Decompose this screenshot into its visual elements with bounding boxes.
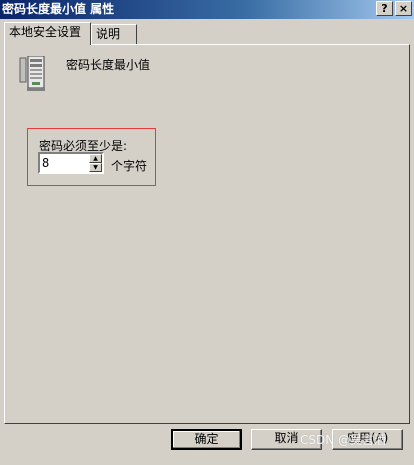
window-title: 密码长度最小值 属性	[2, 2, 115, 16]
password-length-input[interactable]	[40, 154, 88, 172]
password-length-stepper[interactable]: ▲ ▼	[38, 152, 104, 174]
watermark: CSDN @吴言酒	[300, 433, 387, 447]
help-button[interactable]: ?	[376, 1, 393, 16]
stepper-up-button[interactable]: ▲	[89, 154, 102, 163]
unit-label: 个字符	[111, 159, 148, 173]
tab-label: 本地安全设置	[9, 25, 82, 39]
tab-explain[interactable]: 说明	[91, 24, 137, 44]
ok-button[interactable]: 确定	[171, 429, 242, 450]
title-bar[interactable]: 密码长度最小值 属性 ? ×	[0, 0, 414, 19]
tab-local-security-setting[interactable]: 本地安全设置	[4, 22, 91, 45]
tab-panel	[4, 44, 410, 424]
stepper-down-button[interactable]: ▼	[89, 163, 102, 172]
policy-name: 密码长度最小值	[66, 58, 151, 72]
close-button[interactable]: ×	[395, 1, 412, 16]
tab-label: 说明	[96, 27, 121, 41]
server-computer-icon	[18, 55, 48, 92]
